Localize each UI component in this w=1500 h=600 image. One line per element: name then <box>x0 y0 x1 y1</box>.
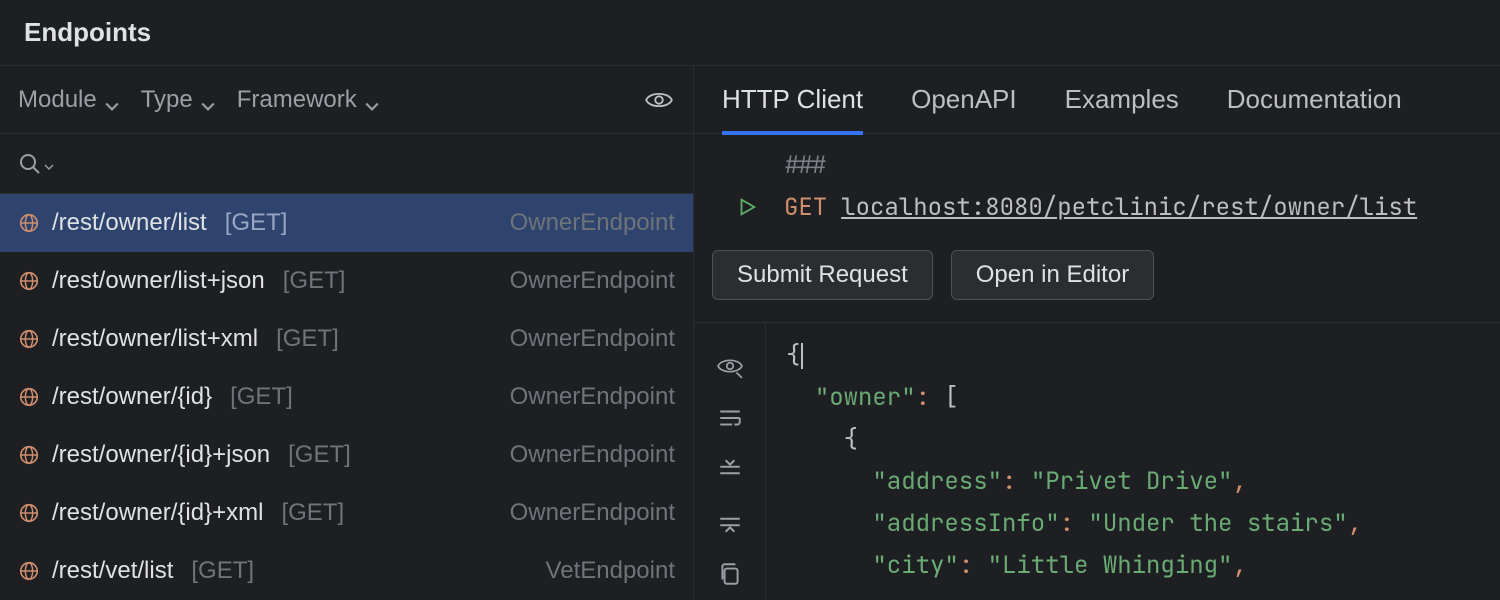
tab-examples[interactable]: Examples <box>1065 66 1179 134</box>
chevron-down-icon <box>201 93 215 107</box>
endpoint-path: /rest/owner/{id} <box>52 383 212 411</box>
endpoint-list: /rest/owner/list [GET] OwnerEndpoint /re… <box>0 194 693 600</box>
endpoint-method: [GET] <box>288 441 351 469</box>
endpoint-method: [GET] <box>225 209 288 237</box>
filter-type[interactable]: Type <box>141 86 215 114</box>
request-area: ### GET localhost:8080/petclinic/rest/ow… <box>694 134 1500 228</box>
filter-label: Framework <box>237 86 357 114</box>
search-row[interactable] <box>0 134 693 194</box>
response-gutter <box>694 323 766 600</box>
filter-label: Module <box>18 86 97 114</box>
endpoint-path: /rest/owner/list+xml <box>52 325 258 353</box>
http-method: GET <box>784 192 827 223</box>
visibility-button[interactable] <box>643 84 675 116</box>
preview-icon[interactable] <box>717 353 743 379</box>
endpoint-row[interactable]: /rest/owner/list [GET] OwnerEndpoint <box>0 194 693 252</box>
endpoint-icon <box>18 212 40 234</box>
separator-text: ### <box>736 150 827 181</box>
submit-request-button[interactable]: Submit Request <box>712 250 933 300</box>
main-split: Module Type Framework <box>0 66 1500 600</box>
collapse-all-icon[interactable] <box>717 457 743 483</box>
endpoint-path: /rest/owner/list <box>52 209 207 237</box>
request-line[interactable]: GET localhost:8080/petclinic/rest/owner/… <box>694 186 1500 228</box>
chevron-down-icon <box>44 159 54 169</box>
endpoint-icon <box>18 328 40 350</box>
endpoint-row[interactable]: /rest/owner/list+json [GET] OwnerEndpoin… <box>0 252 693 310</box>
filters-row: Module Type Framework <box>0 66 693 134</box>
filter-framework[interactable]: Framework <box>237 86 379 114</box>
endpoint-path: /rest/owner/list+json <box>52 267 265 295</box>
endpoint-icon <box>18 560 40 582</box>
tab-documentation[interactable]: Documentation <box>1227 66 1402 134</box>
expand-all-icon[interactable] <box>717 509 743 535</box>
right-panel: HTTP ClientOpenAPIExamplesDocumentation … <box>694 66 1500 600</box>
endpoint-class: OwnerEndpoint <box>510 325 675 353</box>
left-panel: Module Type Framework <box>0 66 694 600</box>
copy-icon[interactable] <box>717 561 743 587</box>
tabs-row: HTTP Client OpenAPI Examples Documentation <box>694 66 1500 134</box>
endpoint-row[interactable]: /rest/owner/{id} [GET] OwnerEndpoint <box>0 368 693 426</box>
chevron-down-icon <box>105 93 119 107</box>
filter-module[interactable]: Module <box>18 86 119 114</box>
endpoint-class: OwnerEndpoint <box>510 267 675 295</box>
tab-http-client[interactable]: HTTP Client <box>722 66 863 134</box>
endpoint-row[interactable]: /rest/owner/{id}+xml [GET] OwnerEndpoint <box>0 484 693 542</box>
chevron-down-icon <box>365 93 379 107</box>
endpoint-icon <box>18 444 40 466</box>
action-row: Submit Request Open in Editor <box>694 228 1500 322</box>
filter-label: Type <box>141 86 193 114</box>
endpoint-path: /rest/vet/list <box>52 557 173 585</box>
endpoint-row[interactable]: /rest/vet/list [GET] VetEndpoint <box>0 542 693 600</box>
endpoint-class: OwnerEndpoint <box>510 383 675 411</box>
endpoint-method: [GET] <box>281 499 344 527</box>
endpoint-row[interactable]: /rest/owner/list+xml [GET] OwnerEndpoint <box>0 310 693 368</box>
run-request-icon[interactable] <box>736 196 784 218</box>
endpoint-method: [GET] <box>191 557 254 585</box>
endpoint-method: [GET] <box>230 383 293 411</box>
endpoint-row[interactable]: /rest/owner/{id}+json [GET] OwnerEndpoin… <box>0 426 693 484</box>
http-url: localhost:8080/petclinic/rest/owner/list <box>841 192 1417 223</box>
endpoint-path: /rest/owner/{id}+xml <box>52 499 263 527</box>
endpoint-method: [GET] <box>276 325 339 353</box>
response-body[interactable]: { "owner": [ { "address": "Privet Drive"… <box>766 323 1500 600</box>
endpoint-method: [GET] <box>283 267 346 295</box>
endpoint-class: OwnerEndpoint <box>510 441 675 469</box>
endpoint-class: OwnerEndpoint <box>510 499 675 527</box>
endpoint-icon <box>18 270 40 292</box>
endpoint-icon <box>18 386 40 408</box>
page-title: Endpoints <box>24 17 151 48</box>
title-bar: Endpoints <box>0 0 1500 66</box>
response-area: { "owner": [ { "address": "Privet Drive"… <box>694 322 1500 600</box>
soft-wrap-icon[interactable] <box>717 405 743 431</box>
open-in-editor-button[interactable]: Open in Editor <box>951 250 1154 300</box>
endpoint-icon <box>18 502 40 524</box>
endpoint-class: VetEndpoint <box>546 557 675 585</box>
endpoint-path: /rest/owner/{id}+json <box>52 441 270 469</box>
request-separator-line: ### <box>694 144 1500 186</box>
search-icon <box>18 152 42 176</box>
tab-openapi[interactable]: OpenAPI <box>911 66 1017 134</box>
endpoint-class: OwnerEndpoint <box>510 209 675 237</box>
